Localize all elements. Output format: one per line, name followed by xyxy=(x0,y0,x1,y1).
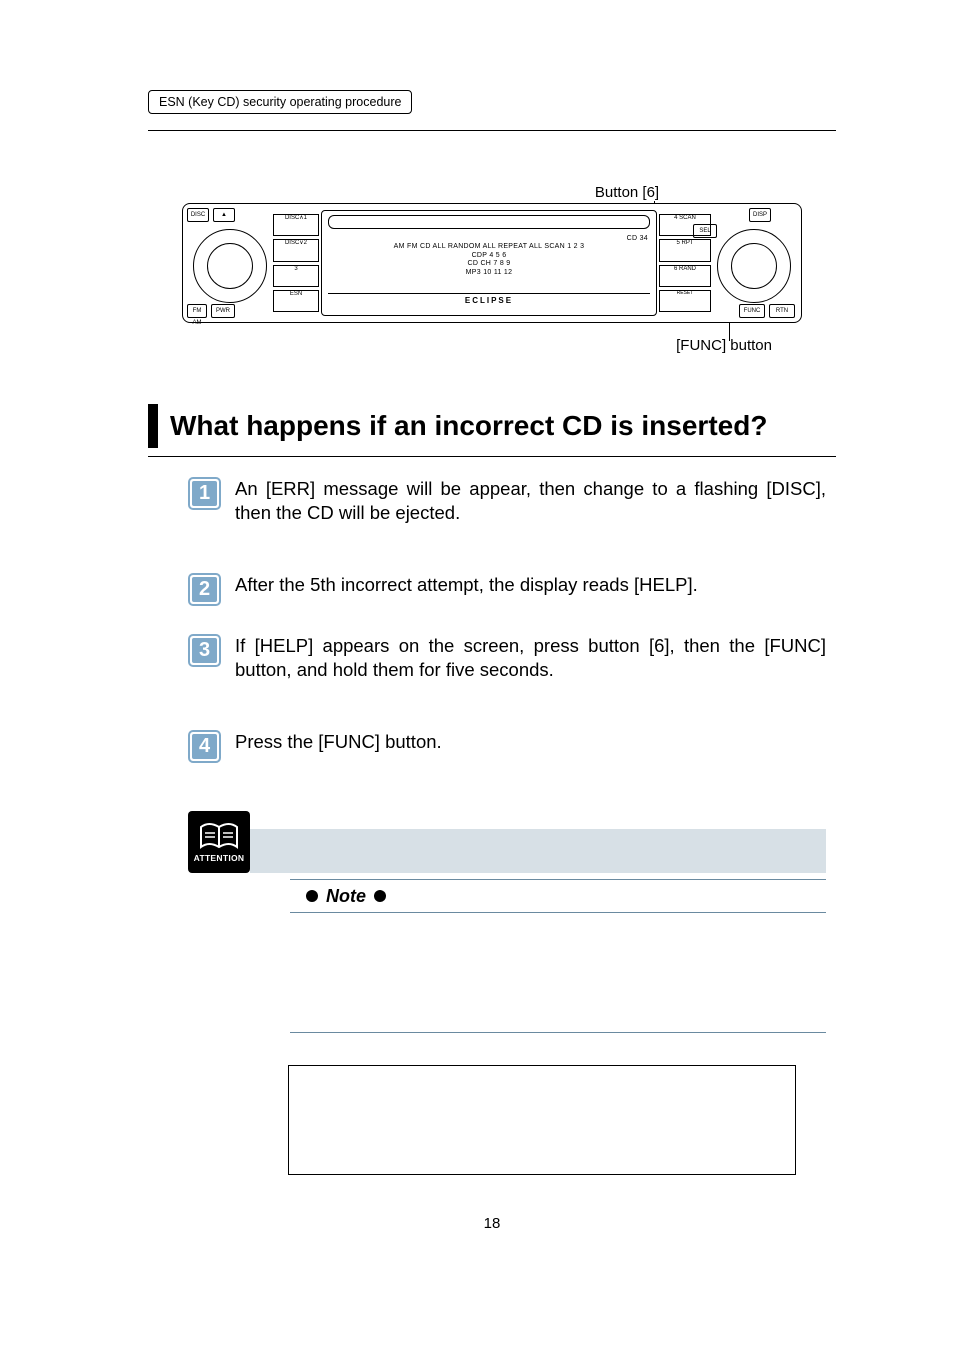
disp-button[interactable]: DISP xyxy=(749,208,771,222)
select-knob[interactable] xyxy=(717,229,791,303)
attention-icon: ATTENTION xyxy=(188,811,250,873)
page-number: 18 xyxy=(148,1215,836,1232)
book-icon xyxy=(199,821,239,851)
reset-button[interactable]: RESET xyxy=(659,290,711,312)
note-label: Note xyxy=(326,886,366,907)
note-header: Note xyxy=(290,879,826,913)
func-callout: [FUNC] button xyxy=(148,337,836,354)
bullet-icon xyxy=(374,890,386,902)
heading-text: What happens if an incorrect CD is inser… xyxy=(170,410,836,442)
disc-down-button[interactable]: DISC∨2 xyxy=(273,239,319,261)
breadcrumb-text: ESN (Key CD) security operating procedur… xyxy=(159,95,401,109)
disc-up-button[interactable]: DISC∧1 xyxy=(273,214,319,236)
step-1-text: An [ERR] message will be appear, then ch… xyxy=(235,477,826,525)
preset-3-button[interactable]: 3 xyxy=(273,265,319,287)
breadcrumb: ESN (Key CD) security operating procedur… xyxy=(148,90,412,114)
func-button[interactable]: FUNC xyxy=(739,304,765,318)
button6-callout: Button [6] xyxy=(418,184,836,201)
step-3-text: If [HELP] appears on the screen, press b… xyxy=(235,634,826,682)
step-badge-1: 1 xyxy=(188,477,221,510)
car-stereo-panel: DISC ▲ FM AM PWR DISC∧1 DISC∨2 3 ESN CD … xyxy=(182,203,802,323)
pwr-button[interactable]: PWR xyxy=(211,304,235,318)
step-4: 4 Press the [FUNC] button. xyxy=(188,730,826,763)
attention-gray-bar xyxy=(250,829,826,873)
step-1: 1 An [ERR] message will be appear, then … xyxy=(188,477,826,525)
display-line-1: AM FM CD ALL RANDOM ALL REPEAT ALL SCAN … xyxy=(330,243,648,251)
section-heading: What happens if an incorrect CD is inser… xyxy=(148,404,836,448)
display-line-cd: CD 34 xyxy=(330,235,648,243)
empty-info-box xyxy=(288,1065,796,1175)
stereo-display: CD 34 AM FM CD ALL RANDOM ALL REPEAT ALL… xyxy=(321,210,657,316)
note-body-area xyxy=(290,913,826,1033)
step-badge-2: 2 xyxy=(188,573,221,606)
stereo-diagram: Button [6] DISC ▲ FM AM PWR DISC∧1 DISC∨… xyxy=(148,184,836,354)
esn-label: ESN xyxy=(273,290,319,312)
step-2-text: After the 5th incorrect attempt, the dis… xyxy=(235,573,826,597)
rand-button[interactable]: 6 RAND xyxy=(659,265,711,287)
attention-label: ATTENTION xyxy=(194,853,245,863)
step-3: 3 If [HELP] appears on the screen, press… xyxy=(188,634,826,682)
step-badge-4: 4 xyxy=(188,730,221,763)
rpt-button[interactable]: 5 RPT xyxy=(659,239,711,261)
cd-slot[interactable] xyxy=(328,215,650,229)
step-badge-3: 3 xyxy=(188,634,221,667)
display-line-3: CD CH 7 8 9 xyxy=(330,260,648,268)
heading-rule xyxy=(148,456,836,457)
brand-label: ECLIPSE xyxy=(328,293,650,305)
eject-button[interactable]: ▲ xyxy=(213,208,235,222)
volume-knob[interactable] xyxy=(193,229,267,303)
display-line-2: CDP 4 5 6 xyxy=(330,252,648,260)
display-line-4: MP3 10 11 12 xyxy=(330,269,648,277)
rtn-button[interactable]: RTN xyxy=(769,304,795,318)
step-2: 2 After the 5th incorrect attempt, the d… xyxy=(188,573,826,606)
fm-am-button[interactable]: FM AM xyxy=(187,304,207,318)
sel-label: SEL xyxy=(693,224,717,238)
disc-button[interactable]: DISC xyxy=(187,208,209,222)
step-4-text: Press the [FUNC] button. xyxy=(235,730,826,754)
bullet-icon xyxy=(306,890,318,902)
